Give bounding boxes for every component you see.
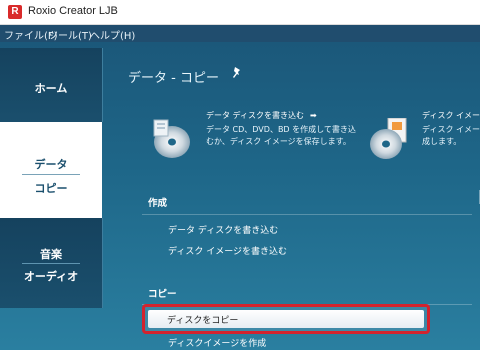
sidebar-item-data-copy[interactable]: データ コピー bbox=[0, 122, 102, 218]
page-title: データ - コピー bbox=[128, 71, 219, 86]
menu-help[interactable]: ヘルプ(H) bbox=[90, 27, 135, 42]
sidebar-item-label: オーディオ bbox=[23, 270, 79, 283]
sidebar-item-music-audio[interactable]: 音楽 オーディオ bbox=[0, 218, 103, 308]
task-copy-disc-label: ディスクをコピー bbox=[167, 316, 239, 326]
task-burn-disc-image[interactable]: ディスク イメージを書き込む bbox=[168, 244, 287, 257]
title-bar: R Roxio Creator LJB bbox=[0, 0, 480, 25]
sidebar-item-label: データ bbox=[34, 158, 68, 171]
main-area: ホーム データ コピー 音楽 オーディオ データ - コピー データ ディスクを… bbox=[0, 42, 480, 350]
sidebar: ホーム データ コピー 音楽 オーディオ bbox=[0, 42, 103, 350]
window-title: Roxio Creator LJB bbox=[28, 5, 118, 17]
menu-bar: ファイル(F) ツール(T) ヘルプ(H) bbox=[0, 25, 480, 42]
card-description: ディスク イメージ 成します。 bbox=[422, 125, 480, 146]
data-disc-icon bbox=[153, 119, 190, 158]
sidebar-item-label: コピー bbox=[34, 182, 68, 195]
app-logo-icon: R bbox=[8, 5, 22, 19]
pin-icon[interactable] bbox=[232, 66, 242, 80]
arrow-right-icon: ➡ bbox=[309, 111, 317, 120]
section-title-create: 作成 bbox=[148, 198, 168, 209]
task-create-disc-image[interactable]: ディスクイメージを作成 bbox=[168, 336, 266, 349]
content-panel: データ - コピー データ ディスクを書き込む ➡ データ CD、DVD、BD … bbox=[102, 42, 480, 350]
sidebar-item-home[interactable]: ホーム bbox=[0, 48, 103, 122]
card-description: データ CD、DVD、BD を作成して書き込むか、ディスク イメージを保存します… bbox=[206, 125, 356, 146]
task-copy-disc-button[interactable]: ディスクをコピー bbox=[142, 304, 430, 334]
divider bbox=[142, 214, 472, 215]
sidebar-item-label: 音楽 bbox=[40, 248, 62, 261]
card-title: データ ディスクを書き込む ➡ bbox=[206, 111, 317, 120]
task-burn-data-disc[interactable]: データ ディスクを書き込む bbox=[168, 223, 278, 236]
sidebar-item-label: ホーム bbox=[34, 82, 68, 95]
divider bbox=[22, 263, 80, 264]
disc-image-icon bbox=[370, 118, 407, 159]
card-title: ディスク イメージ bbox=[422, 111, 480, 120]
menu-tools[interactable]: ツール(T) bbox=[48, 27, 92, 42]
section-title-copy: コピー bbox=[148, 289, 177, 300]
divider bbox=[22, 174, 80, 175]
